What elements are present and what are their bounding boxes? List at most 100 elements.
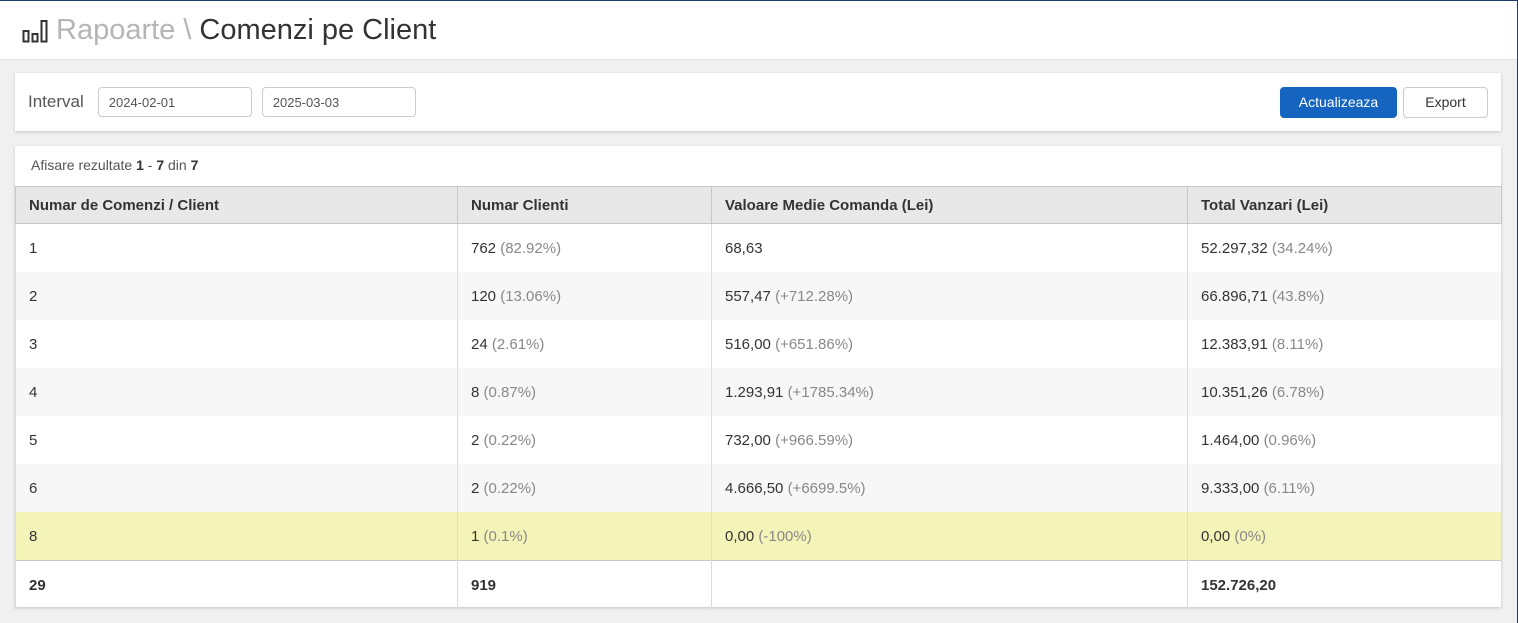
avg-order-value-cell: 68,63 — [711, 223, 1188, 272]
percentage-text: (82.92%) — [500, 239, 562, 257]
percentage-text: (0.22%) — [483, 431, 537, 449]
percentage-text: (+1785.34%) — [787, 383, 874, 401]
value-text: 4 — [29, 383, 38, 401]
results-panel: Afisare rezultate 1 - 7 din 7 Numar de C… — [15, 146, 1502, 609]
column-header[interactable]: Total Vanzari (Lei) — [1187, 186, 1502, 224]
value-text: 0,00 — [1201, 527, 1231, 545]
value-text: 1.293,91 — [725, 383, 784, 401]
date-from-input[interactable] — [97, 87, 252, 117]
value-text: 9.333,00 — [1201, 479, 1260, 497]
percentage-text: (0.22%) — [483, 479, 537, 497]
page-header: Rapoarte \ Comenzi pe Client — [0, 1, 1517, 60]
clients-cell: 8 (0.87%) — [457, 368, 712, 416]
value-text: 24 — [471, 335, 488, 353]
total-sales-cell: 9.333,00 (6.11%) — [1187, 464, 1502, 512]
value-text: 8 — [471, 383, 480, 401]
total-cell: 29 — [15, 560, 458, 609]
totals-row: 29 919 152.726,20 — [15, 560, 1502, 609]
total-cell: 919 — [457, 560, 712, 609]
table-row: 1 762 (82.92%) 68,63 52.297,32 (34.24%) — [15, 223, 1502, 272]
total-sales-cell: 0,00 (0%) — [1187, 512, 1502, 561]
orders-cell: 8 — [15, 512, 458, 561]
value-text: 52.297,32 — [1201, 239, 1268, 257]
breadcrumb: Rapoarte \ Comenzi pe Client — [56, 13, 437, 46]
value-text: 1 — [471, 527, 480, 545]
table-row: 2 120 (13.06%) 557,47 (+712.28%) 66.896,71 … — [15, 272, 1502, 320]
table-row: 3 24 (2.61%) 516,00 (+651.86%) 12.383,91 (8… — [15, 320, 1502, 368]
percentage-text: (2.61%) — [491, 335, 545, 353]
percentage-text: (0.96%) — [1263, 431, 1317, 449]
page-title: Comenzi pe Client — [199, 13, 437, 46]
total-cell — [711, 560, 1188, 609]
table-row: 48 (0.87%) 1.293,91 (+1785.34%) 10.351,26 … — [15, 368, 1502, 416]
table-row: 62 (0.22%) 4.666,50 (+6699.5%) 9.333,00 (6… — [15, 464, 1502, 512]
table-row: 81 (0.1%) 0,00 (-100%) 0,00 (0%) — [15, 512, 1502, 561]
clients-cell: 120 (13.06%) — [457, 272, 712, 320]
value-text: 1 — [29, 239, 38, 257]
value-text: 2 — [471, 431, 480, 449]
value-text: 1.464,00 — [1201, 431, 1260, 449]
clients-cell: 1 (0.1%) — [457, 512, 712, 561]
value-text: 4.666,50 — [725, 479, 784, 497]
filter-panel: Interval Actualizeaza Export — [15, 73, 1501, 131]
orders-cell: 3 — [15, 320, 458, 368]
percentage-text: (34.24%) — [1271, 239, 1333, 257]
value-text: 0,00 — [725, 527, 755, 545]
export-button[interactable]: Export — [1403, 86, 1488, 118]
avg-order-value-cell: 516,00 (+651.86%) — [711, 320, 1188, 368]
percentage-text: (13.06%) — [500, 287, 562, 305]
value-text: 68,63 — [725, 239, 763, 257]
value-text: 557,47 — [725, 287, 771, 305]
value-text: 66.896,71 — [1201, 287, 1268, 305]
avg-order-value-cell: 4.666,50 (+6699.5%) — [711, 464, 1188, 512]
column-header[interactable]: Numar de Comenzi / Client — [15, 186, 458, 224]
percentage-text: (0%) — [1234, 527, 1267, 545]
total-sales-cell: 10.351,26 (6.78%) — [1187, 368, 1502, 416]
summary-of-word: din — [168, 157, 187, 173]
summary-from: 1 — [136, 157, 144, 173]
value-text: 732,00 — [725, 431, 771, 449]
avg-order-value-cell: 1.293,91 (+1785.34%) — [711, 368, 1188, 416]
value-text: 2 — [471, 479, 480, 497]
total-sales-cell: 12.383,91 (8.11%) — [1187, 320, 1502, 368]
breadcrumb-separator: \ — [183, 13, 192, 46]
bar-chart-icon — [22, 17, 48, 43]
summary-prefix: Afisare rezultate — [31, 157, 133, 173]
value-text: 5 — [29, 431, 38, 449]
summary-total: 7 — [190, 157, 199, 173]
orders-cell: 2 — [15, 272, 458, 320]
total-cell: 152.726,20 — [1187, 560, 1502, 609]
column-header[interactable]: Numar Clienti — [457, 186, 712, 224]
orders-cell: 1 — [15, 223, 458, 272]
value-text: 12.383,91 — [1201, 335, 1268, 353]
percentage-text: (6.11%) — [1263, 479, 1315, 497]
percentage-text: (6.78%) — [1271, 383, 1325, 401]
avg-order-value-cell: 557,47 (+712.28%) — [711, 272, 1188, 320]
date-to-input[interactable] — [261, 87, 416, 117]
breadcrumb-parent[interactable]: Rapoarte — [56, 14, 175, 46]
avg-order-value-cell: 0,00 (-100%) — [711, 512, 1188, 561]
percentage-text: (0.1%) — [483, 527, 528, 545]
value-text: 120 — [471, 287, 497, 305]
clients-cell: 24 (2.61%) — [457, 320, 712, 368]
value-text: 3 — [29, 335, 38, 353]
total-sales-cell: 52.297,32 (34.24%) — [1187, 223, 1502, 272]
total-sales-cell: 66.896,71 (43.8%) — [1187, 272, 1502, 320]
table-row: 52 (0.22%) 732,00 (+966.59%) 1.464,00 (0.9… — [15, 416, 1502, 464]
orders-cell: 5 — [15, 416, 458, 464]
value-text: 8 — [29, 527, 38, 545]
percentage-text: (8.11%) — [1271, 335, 1324, 353]
summary-to: 7 — [156, 157, 165, 173]
clients-cell: 2 (0.22%) — [457, 464, 712, 512]
total-sales-cell: 1.464,00 (0.96%) — [1187, 416, 1502, 464]
percentage-text: (+712.28%) — [775, 287, 854, 305]
clients-cell: 2 (0.22%) — [457, 416, 712, 464]
percentage-text: (43.8%) — [1271, 287, 1325, 305]
percentage-text: (-100%) — [758, 527, 812, 545]
column-header[interactable]: Valoare Medie Comanda (Lei) — [711, 186, 1188, 224]
update-button[interactable]: Actualizeaza — [1280, 86, 1397, 118]
percentage-text: (+651.86%) — [775, 335, 854, 353]
summary-dash: - — [147, 157, 153, 173]
value-text: 2 — [29, 287, 38, 305]
percentage-text: (+6699.5%) — [787, 479, 866, 497]
